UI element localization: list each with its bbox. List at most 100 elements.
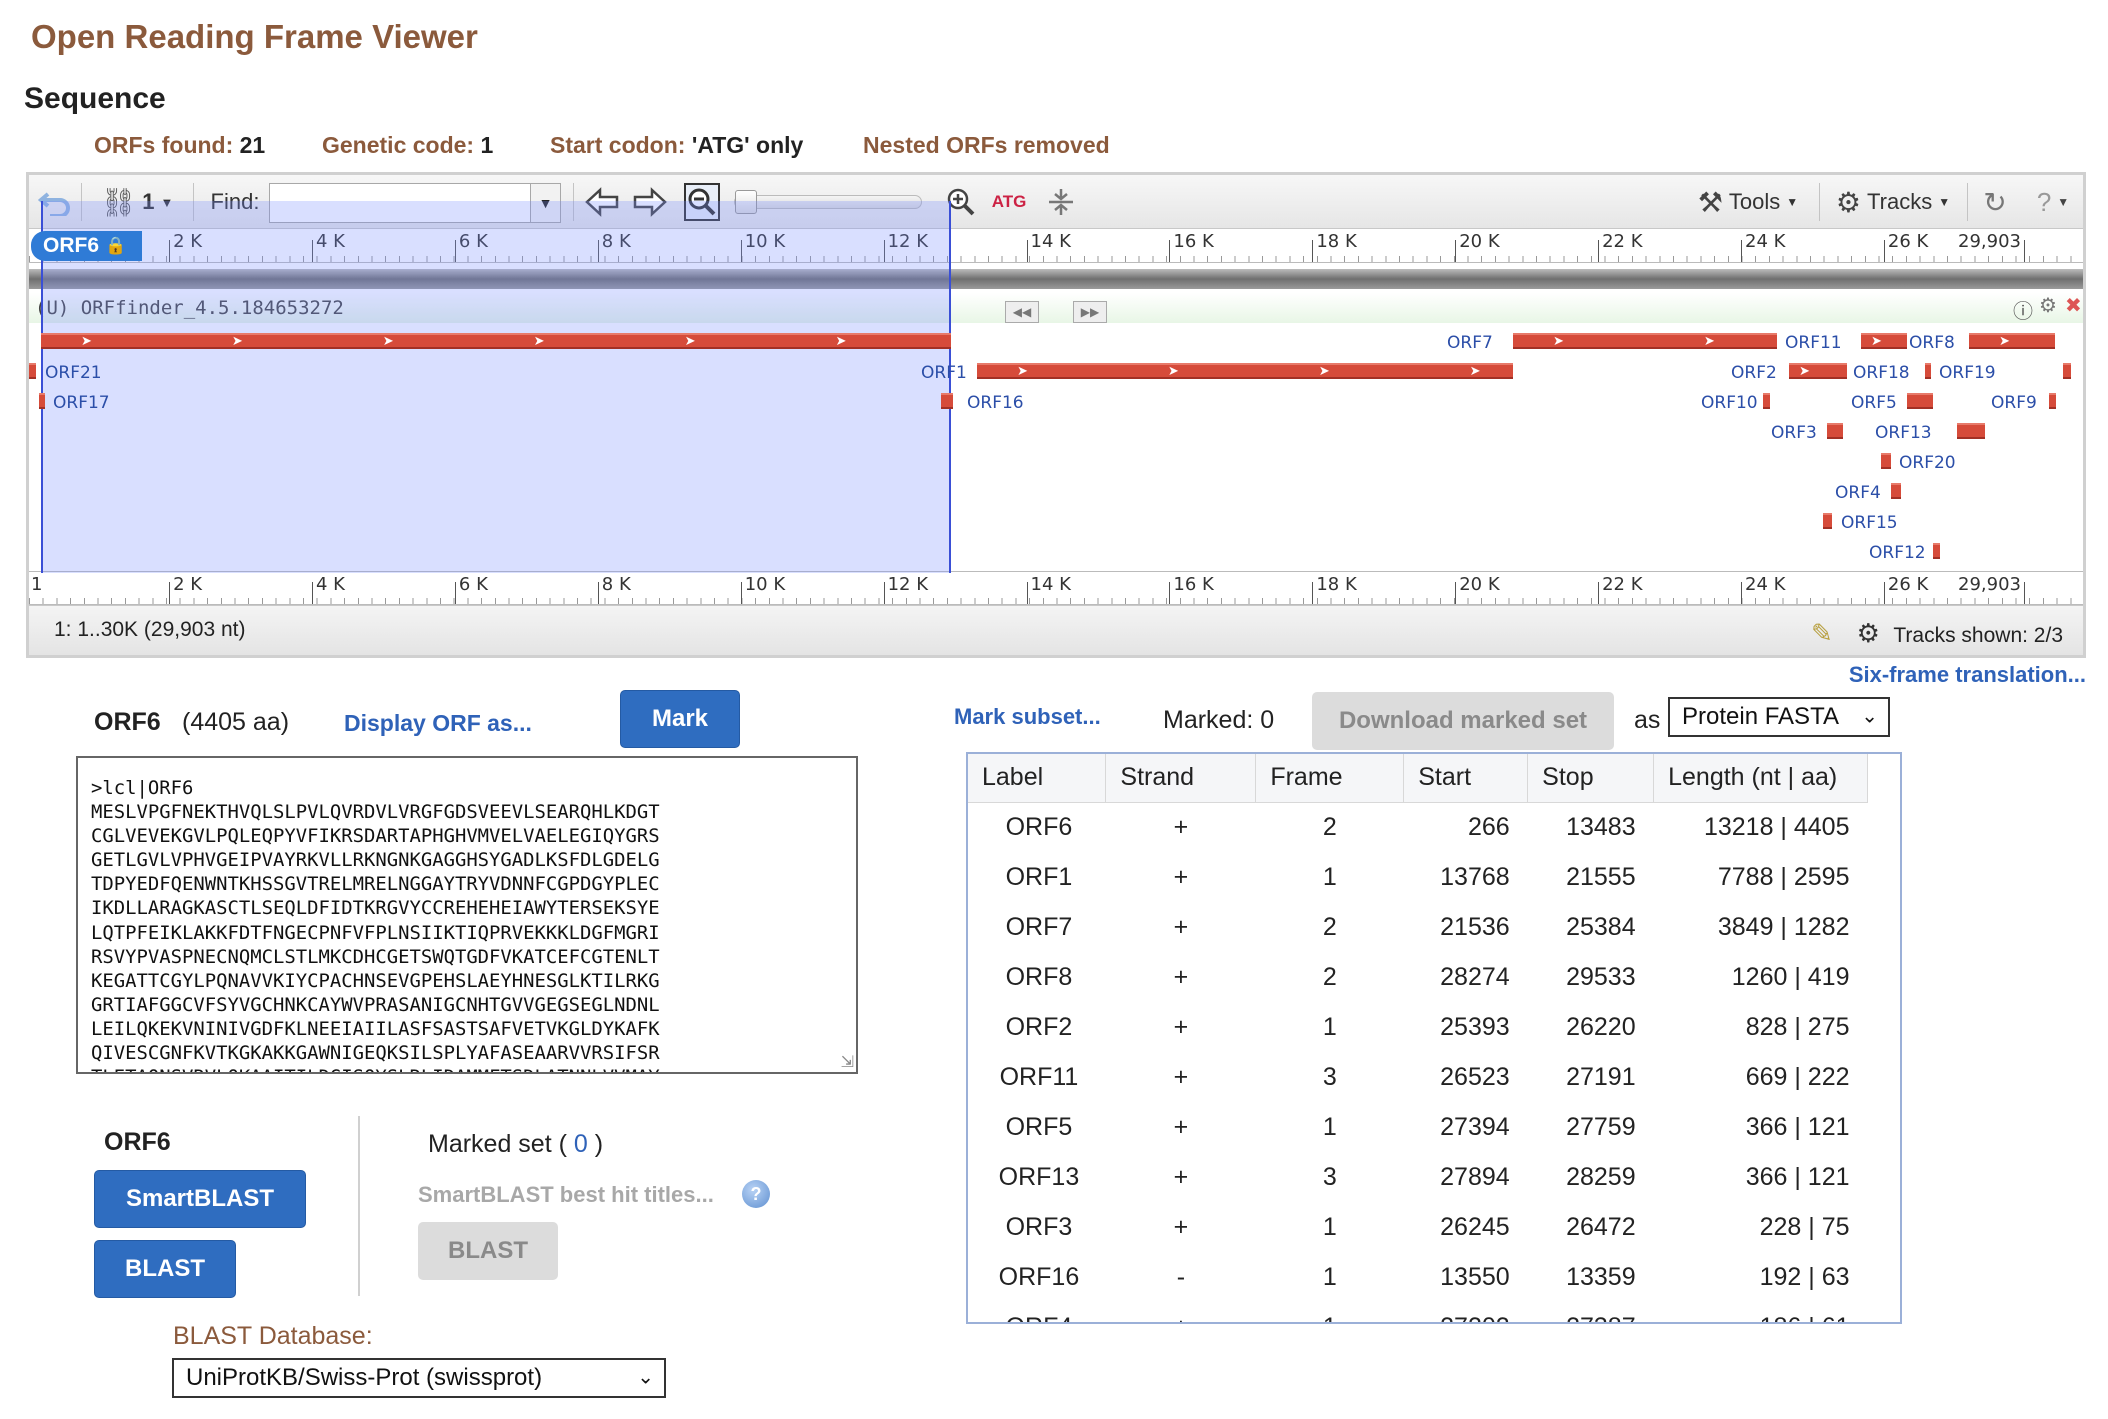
orf-label[interactable]: ORF9	[1991, 393, 2037, 413]
help-menu[interactable]: ? ▼	[2023, 183, 2083, 221]
fit-vertical-icon[interactable]	[1041, 183, 1081, 221]
orf-label[interactable]: ORF20	[1899, 453, 1956, 473]
table-row[interactable]: ORF2 +1 25393 26220 828 | 275	[968, 1002, 1868, 1052]
sequence-line: GRTIAFGGCVFSYVGCHNKCAYWVPRASANIGCNHTGVVG…	[91, 993, 660, 1016]
orf-label[interactable]: ORF17	[53, 393, 110, 413]
column-header-length[interactable]: Length (nt | aa)	[1653, 754, 1868, 803]
orf-bar-orf2[interactable]: ➤	[1789, 363, 1845, 379]
table-row[interactable]: ORF3 +1 26245 26472 228 | 75	[968, 1202, 1868, 1252]
ruler-label: 24 K	[1745, 231, 1786, 252]
tracks-shown[interactable]: ✎ ⚙ Tracks shown: 2/3	[1811, 618, 2063, 649]
column-header-stop[interactable]: Stop	[1527, 754, 1655, 803]
chevron-down-icon: ⌄	[637, 1366, 654, 1389]
previous-feature-button[interactable]: ◀◀	[1005, 301, 1039, 323]
info-icon[interactable]: ⓘ	[2013, 295, 2033, 324]
orf-label[interactable]: ORF11	[1785, 333, 1842, 353]
orf-bar-orf19[interactable]	[1925, 363, 1931, 379]
cell-stop: 26472	[1566, 1212, 1636, 1241]
selected-orf-badge: ORF6 🔒	[31, 231, 143, 261]
download-marked-set-button[interactable]: Download marked set	[1312, 692, 1614, 750]
orf-bar-orf21[interactable]	[29, 363, 36, 379]
orf-label[interactable]: ORF21	[45, 363, 102, 383]
orf-bar-orf9[interactable]	[2049, 393, 2056, 409]
help-icon[interactable]: ?	[742, 1180, 770, 1208]
edit-icon[interactable]: ✎	[1811, 618, 1833, 648]
orf-label[interactable]: ORF12	[1869, 543, 1926, 563]
cell-strand: +	[1173, 862, 1189, 891]
orf-bar-orf15[interactable]	[1823, 513, 1832, 529]
sequence-textarea[interactable]: >lcl|ORF6 MESLVPGFNEKTHVQLSLPVLQVRDVLVRG…	[76, 756, 858, 1074]
orf-label[interactable]: ORF5	[1851, 393, 1897, 413]
column-header-strand[interactable]: Strand	[1105, 754, 1257, 803]
blast-db-select[interactable]: UniProtKB/Swiss-Prot (swissprot) ⌄	[172, 1358, 666, 1398]
orf-label[interactable]: ORF4	[1835, 483, 1881, 503]
table-row[interactable]: ORF5 +1 27394 27759 366 | 121	[968, 1102, 1868, 1152]
orf-label[interactable]: ORF18	[1853, 363, 1910, 383]
cell-length: 828 | 275	[1745, 1012, 1850, 1041]
orf-label[interactable]: ORF2	[1731, 363, 1777, 383]
table-row[interactable]: ORF13 +3 27894 28259 366 | 121	[968, 1152, 1868, 1202]
orf-bar-orf3[interactable]	[1827, 423, 1843, 439]
orf-label[interactable]: ORF19	[1939, 363, 1996, 383]
smartblast-best-hit-link[interactable]: SmartBLAST best hit titles...	[418, 1182, 714, 1208]
orf-bar-orf9b[interactable]	[2063, 363, 2071, 379]
orf-label[interactable]: ORF3	[1771, 423, 1817, 443]
blast-button[interactable]: BLAST	[94, 1240, 236, 1298]
orf-bar-orf7[interactable]: ➤➤	[1513, 333, 1777, 349]
track-settings-icon[interactable]: ⚙	[2039, 293, 2057, 318]
table-row[interactable]: ORF8 +2 28274 29533 1260 | 419	[968, 952, 1868, 1002]
close-track-icon[interactable]: ✖	[2065, 293, 2082, 318]
cell-strand: -	[1176, 1262, 1186, 1291]
orf-label[interactable]: ORF13	[1875, 423, 1932, 443]
table-row[interactable]: ORF11 +3 26523 27191 669 | 222	[968, 1052, 1868, 1102]
orf-label[interactable]: ORF15	[1841, 513, 1898, 533]
orf-bar-orf18[interactable]	[1841, 363, 1847, 379]
table-row[interactable]: ORF7 +2 21536 25384 3849 | 1282	[968, 902, 1868, 952]
table-row[interactable]: ORF1 +1 13768 21555 7788 | 2595	[968, 852, 1868, 902]
orf-label[interactable]: ORF10	[1701, 393, 1758, 413]
orf-bar-orf20[interactable]	[1881, 453, 1891, 469]
table-row[interactable]: ORF6 +2 266 13483 13218 | 4405	[968, 802, 1868, 852]
orf-bar-orf4[interactable]	[1891, 483, 1901, 499]
download-format-select[interactable]: Protein FASTA ⌄	[1668, 697, 1890, 737]
orf-bar-orf10[interactable]	[1763, 393, 1770, 409]
six-frame-translation-link[interactable]: Six-frame translation...	[1849, 662, 2086, 688]
orf-label[interactable]: ORF8	[1909, 333, 1955, 353]
orf-bar-orf12[interactable]	[1933, 543, 1940, 559]
display-orf-as-link[interactable]: Display ORF as...	[344, 710, 532, 737]
orf-table: Label Strand Frame Start Stop Length (nt…	[966, 752, 1902, 1324]
cell-stop: 28259	[1566, 1162, 1636, 1191]
marked-blast-button[interactable]: BLAST	[418, 1222, 558, 1280]
cell-frame: 3	[1322, 1062, 1337, 1091]
tracks-menu[interactable]: ⚙ Tracks ▼	[1827, 183, 1959, 221]
orf-bar-orf5[interactable]	[1907, 393, 1933, 409]
orf-bar-orf13[interactable]	[1957, 423, 1985, 439]
ruler-label: 24 K	[1745, 574, 1786, 595]
selection-highlight[interactable]	[41, 201, 951, 573]
next-feature-button[interactable]: ▶▶	[1073, 301, 1107, 323]
atg-icon[interactable]: ATG	[989, 183, 1029, 221]
tools-menu[interactable]: ⚒ Tools ▼	[1687, 183, 1809, 221]
orf-label[interactable]: ORF7	[1447, 333, 1493, 353]
column-header-label[interactable]: Label	[968, 754, 1107, 803]
refresh-icon[interactable]: ↻	[1975, 183, 2015, 221]
orf-bar-orf6[interactable]: ➤➤➤➤➤➤➤➤	[41, 333, 951, 349]
orf-bar-orf1[interactable]: ➤➤➤➤	[977, 363, 1513, 379]
mark-button[interactable]: Mark	[620, 690, 740, 748]
smartblast-button[interactable]: SmartBLAST	[94, 1170, 306, 1228]
column-header-start[interactable]: Start	[1403, 754, 1529, 803]
cell-stop: 13483	[1566, 812, 1636, 841]
table-row[interactable]: ORF16 - 1 13550 13359 192 | 63	[968, 1252, 1868, 1302]
ruler-tick	[1026, 582, 1028, 604]
table-row[interactable]: ORF4+12720227387186 | 61	[968, 1302, 1868, 1323]
column-header-frame[interactable]: Frame	[1255, 754, 1405, 803]
orf-bar-orf11[interactable]: ➤	[1861, 333, 1907, 349]
resize-handle-icon[interactable]: ⇲	[841, 1052, 854, 1072]
orf-bar-orf16[interactable]	[941, 393, 953, 409]
orf-label[interactable]: ORF1	[921, 363, 967, 383]
gear-icon: ⚙	[1856, 618, 1880, 648]
mark-subset-link[interactable]: Mark subset...	[954, 704, 1101, 730]
orf-bar-orf17[interactable]	[39, 393, 45, 409]
orf-label[interactable]: ORF16	[967, 393, 1024, 413]
orf-bar-orf8[interactable]: ➤	[1969, 333, 2055, 349]
